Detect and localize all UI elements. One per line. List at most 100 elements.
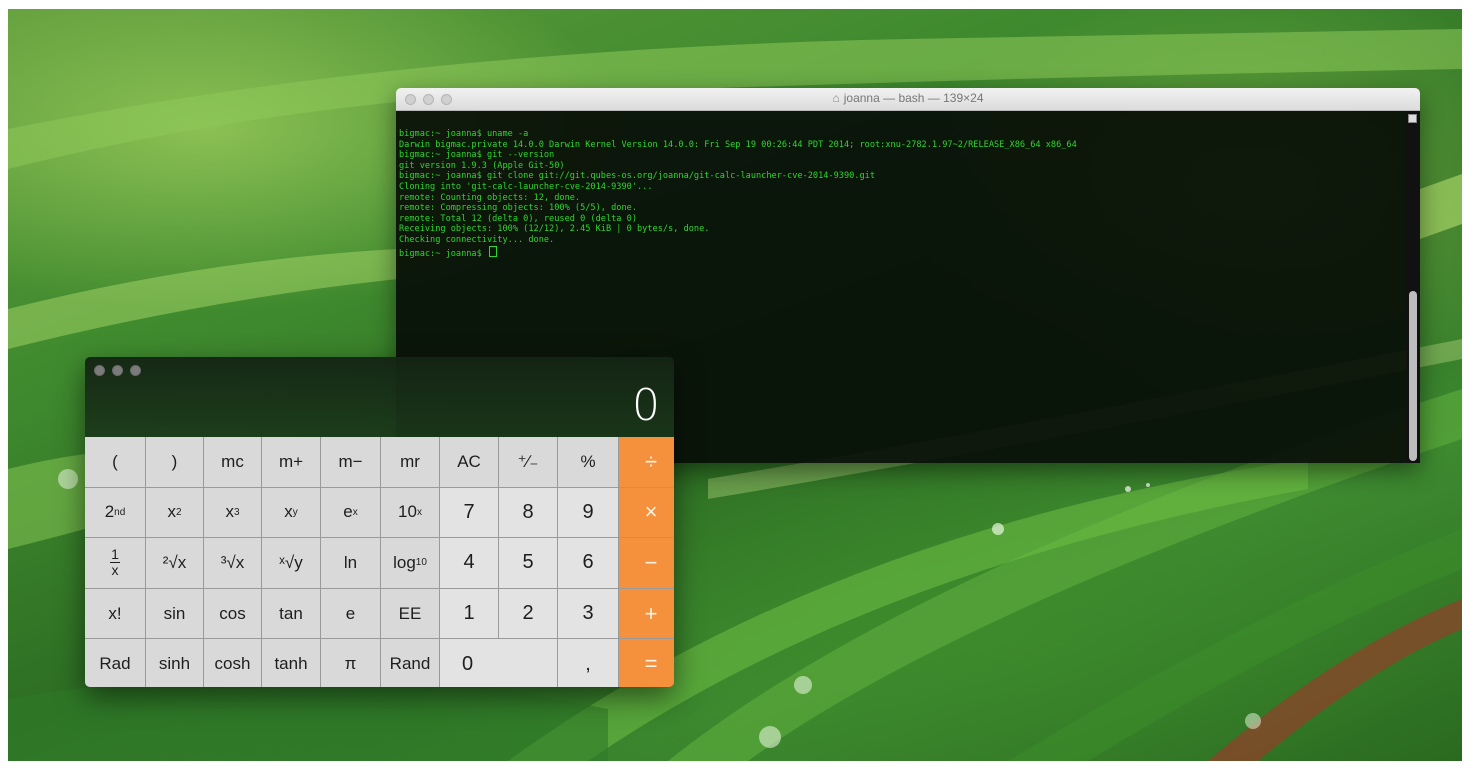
key-ln[interactable]: ln — [321, 538, 380, 588]
key-label: 9 — [582, 500, 594, 523]
key-label: ²√x — [162, 552, 187, 572]
key-x-squared[interactable]: x2 — [146, 487, 203, 538]
key-rad[interactable]: Rad — [85, 639, 145, 687]
key-plus-minus[interactable]: ⁺∕₋ — [499, 437, 557, 487]
key-y-root[interactable]: ˣ√y — [262, 538, 320, 588]
key-4[interactable]: 4 — [440, 538, 498, 588]
key-label: 1 — [463, 602, 475, 625]
key-label: Rad — [99, 654, 131, 674]
key-label: 6 — [582, 551, 594, 574]
key-superscript: y — [292, 506, 298, 518]
key-ten-pow-x[interactable]: 10 x — [381, 487, 439, 538]
zoom-button[interactable] — [130, 365, 141, 376]
key-pi[interactable]: π — [321, 639, 380, 687]
terminal-scrollbar[interactable] — [1406, 111, 1420, 463]
key-label: log — [393, 552, 416, 572]
terminal-line: remote: Compressing objects: 100% (5/5),… — [399, 203, 637, 214]
key-cosh[interactable]: cosh — [204, 639, 261, 687]
key-label: % — [580, 451, 596, 471]
key-e[interactable]: e — [321, 588, 380, 639]
terminal-prompt-line[interactable]: bigmac:~ joanna$ — [399, 245, 1420, 260]
terminal-line: bigmac:~ joanna$ git clone git://git.qub… — [399, 171, 875, 182]
key-plus[interactable]: + — [619, 588, 674, 639]
key-reciprocal[interactable]: 1x — [85, 538, 145, 588]
key-multiply[interactable]: × — [619, 487, 674, 538]
key-x-cubed[interactable]: x3 — [204, 487, 261, 538]
key-cos[interactable]: cos — [204, 588, 261, 639]
key-label: 7 — [463, 500, 475, 523]
key-sinh[interactable]: sinh — [146, 639, 203, 687]
key-square-root[interactable]: ²√x — [146, 538, 203, 588]
key-label: x — [284, 502, 293, 522]
key-log10[interactable]: log 10 — [381, 538, 439, 588]
key-rand[interactable]: Rand — [381, 639, 439, 687]
key-percent[interactable]: % — [558, 437, 618, 487]
key-label: − — [644, 549, 658, 575]
key-m-plus[interactable]: m+ — [262, 437, 320, 487]
key-decimal[interactable]: , — [558, 639, 618, 687]
key-2[interactable]: 2 — [499, 588, 557, 639]
key-label: e — [345, 603, 356, 623]
key-ac[interactable]: AC — [440, 437, 498, 487]
calculator-window[interactable]: 0 () mc m+ m− mr AC ⁺∕₋% ÷ 2nd x 2 x 3 x y e x 10 x 7 8 9 × 1 x ²… — [85, 357, 674, 687]
key-subscript: 10 — [415, 557, 427, 569]
key-superscript: nd — [114, 506, 126, 518]
key-1[interactable]: 1 — [440, 588, 498, 639]
key-8[interactable]: 8 — [499, 487, 557, 538]
terminal-line: remote: Total 12 (delta 0), reused 0 (de… — [399, 213, 637, 224]
key-mc[interactable]: mc — [204, 437, 261, 487]
key-label: = — [644, 651, 658, 677]
key-minus[interactable]: − — [619, 538, 674, 588]
key-mr[interactable]: mr — [381, 437, 439, 487]
key-label: + — [644, 600, 658, 626]
terminal-line: git version 1.9.3 (Apple Git-50) — [399, 160, 565, 171]
key-tan[interactable]: tan — [262, 588, 320, 639]
key-label: mr — [400, 451, 420, 471]
key-label: sinh — [158, 654, 191, 674]
key-2nd[interactable]: 2nd — [85, 487, 145, 538]
key-x-pow-y[interactable]: xy — [262, 487, 320, 538]
key-label: m+ — [278, 451, 304, 471]
close-button[interactable] — [94, 365, 105, 376]
minimize-button[interactable] — [112, 365, 123, 376]
key-5[interactable]: 5 — [499, 538, 557, 588]
key-6[interactable]: 6 — [558, 538, 618, 588]
key-label: sin — [163, 603, 186, 623]
key-equals[interactable]: = — [619, 639, 674, 687]
key-label: 10 — [398, 502, 417, 522]
key-label: mc — [221, 451, 244, 471]
key-e-pow-x[interactable]: ex — [321, 487, 380, 538]
scroll-menu-icon[interactable] — [1408, 114, 1417, 123]
terminal-titlebar[interactable]: ⌂ joanna — bash — 139×24 — [396, 88, 1420, 111]
key-label: x! — [108, 603, 122, 623]
scroll-thumb[interactable] — [1409, 291, 1417, 461]
key-7[interactable]: 7 — [440, 487, 498, 538]
key-factorial[interactable]: x! — [85, 588, 145, 639]
key-label: ( — [112, 451, 118, 471]
key-m-minus[interactable]: m− — [321, 437, 380, 487]
key-superscript: 2 — [175, 506, 182, 518]
terminal-output[interactable]: bigmac:~ joanna$ uname -a Darwin bigmac.p… — [396, 111, 1420, 259]
key-ee[interactable]: EE — [381, 588, 439, 639]
key-label: π — [344, 654, 357, 674]
key-close-paren[interactable]: ) — [146, 437, 203, 487]
key-sin[interactable]: sin — [146, 588, 203, 639]
calculator-display-area: 0 — [85, 357, 674, 437]
terminal-line: Cloning into 'git-calc-launcher-cve-2014… — [399, 181, 653, 192]
key-label: ³√x — [220, 552, 245, 572]
terminal-line: Darwin bigmac.private 14.0.0 Darwin Kern… — [399, 139, 1077, 150]
key-label: AC — [457, 451, 481, 471]
key-3[interactable]: 3 — [558, 588, 618, 639]
key-label: ln — [343, 552, 358, 572]
key-label: 8 — [522, 500, 534, 523]
key-cube-root[interactable]: ³√x — [204, 538, 261, 588]
key-divide[interactable]: ÷ — [619, 437, 674, 487]
key-label: 2 — [522, 602, 534, 625]
key-label: 3 — [582, 602, 594, 625]
key-0[interactable]: 0 — [440, 639, 557, 687]
key-label: × — [644, 499, 658, 525]
key-open-paren[interactable]: ( — [85, 437, 145, 487]
key-tanh[interactable]: tanh — [262, 639, 320, 687]
key-9[interactable]: 9 — [558, 487, 618, 538]
key-superscript: 3 — [233, 506, 240, 518]
